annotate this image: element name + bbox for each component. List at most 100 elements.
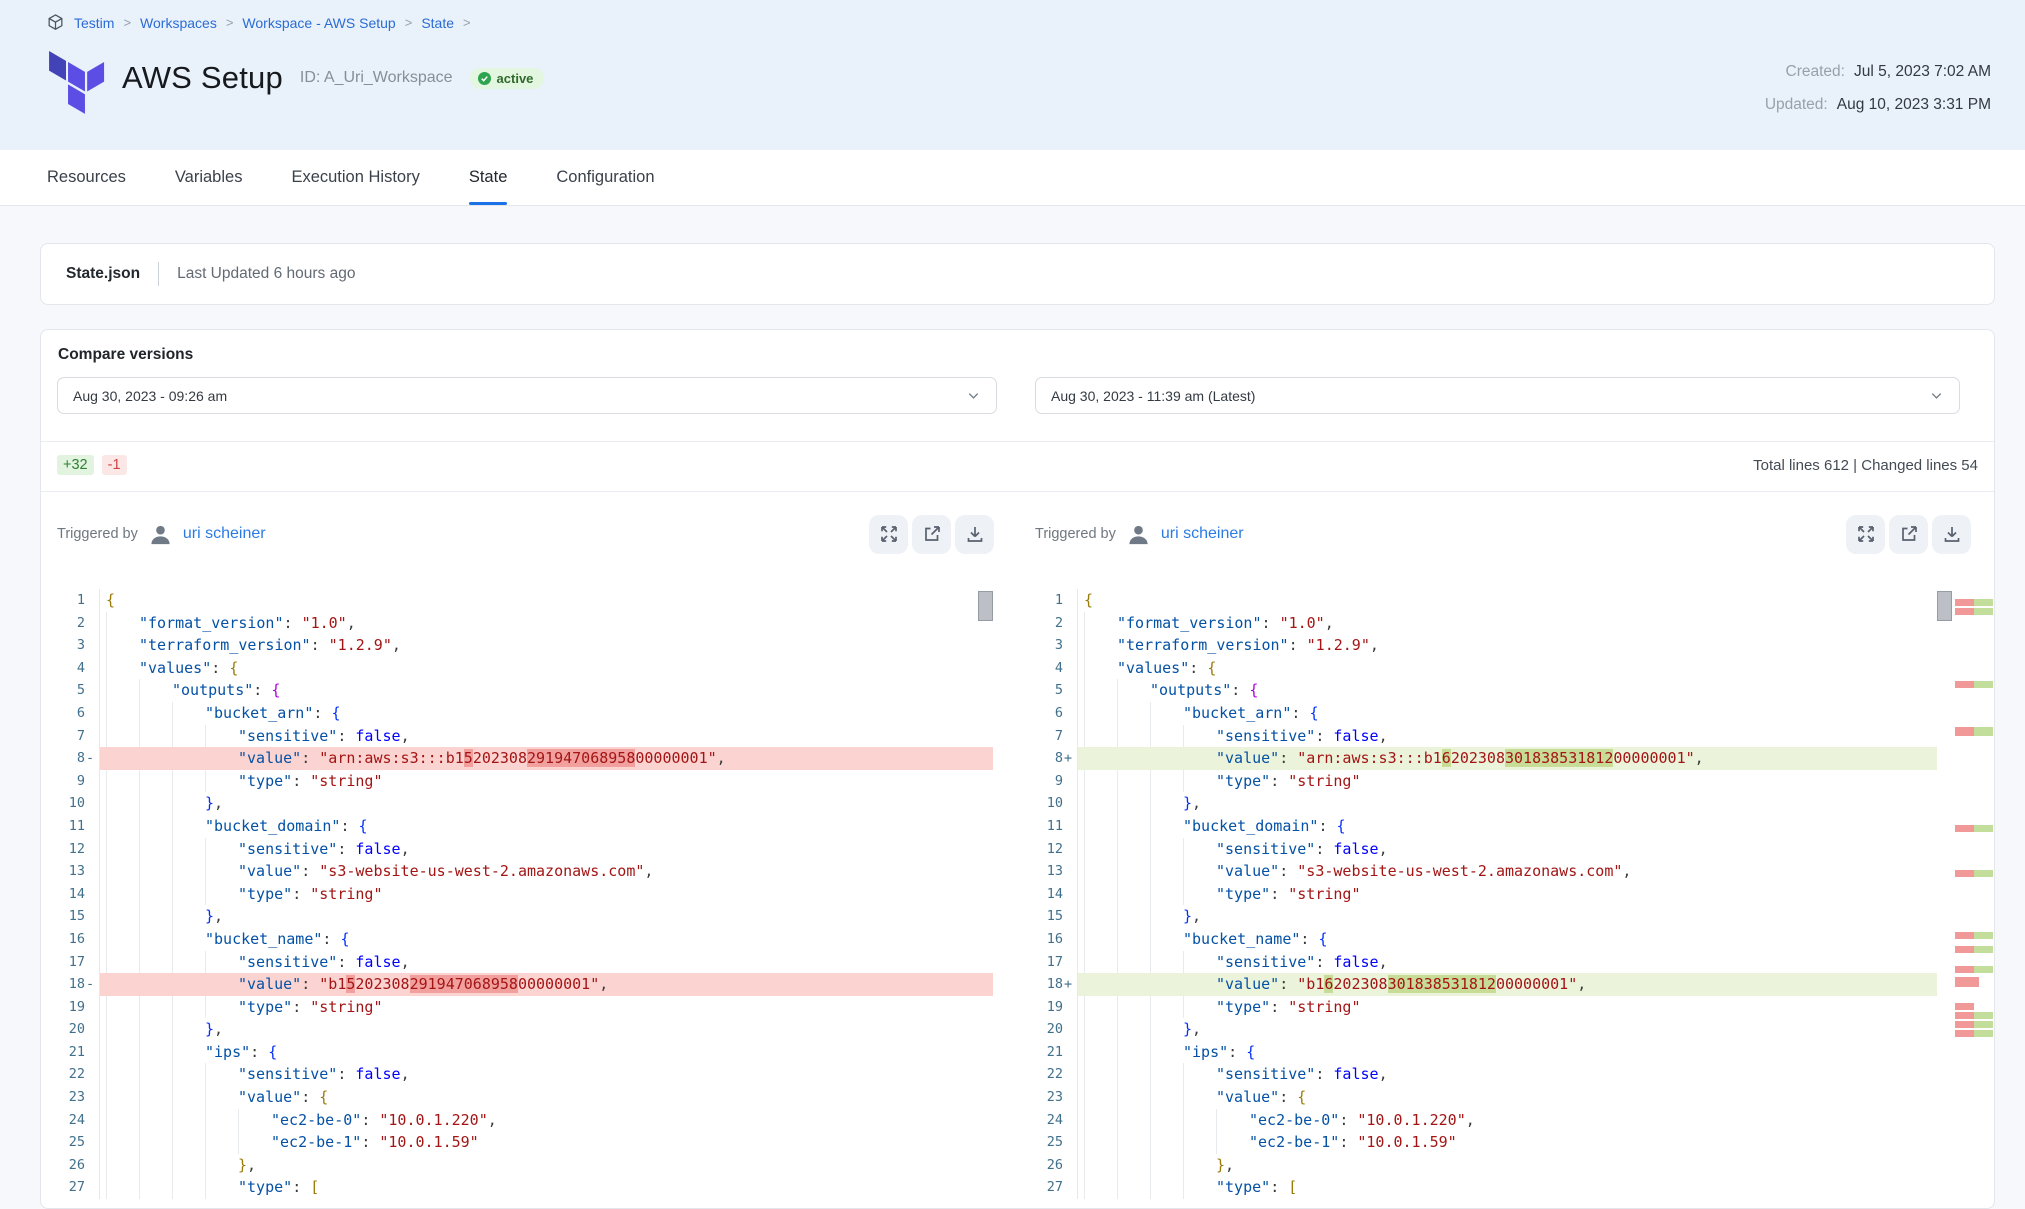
tab-state[interactable]: State xyxy=(469,150,508,205)
breadcrumb: Testim > Workspaces > Workspace - AWS Se… xyxy=(46,13,471,32)
code-line: 9"type": "string" xyxy=(57,770,993,793)
diff-marker xyxy=(1955,608,1993,615)
breadcrumb-item-workspaces[interactable]: Workspaces xyxy=(140,15,217,31)
code-line: 5"outputs": { xyxy=(1035,679,1937,702)
diff-line: 8+"value": "arn:aws:s3:::b16202308301838… xyxy=(1035,747,1937,770)
diff-line: 18-"value": "b15202308291947068958000000… xyxy=(57,973,993,996)
code-line: 17"sensitive": false, xyxy=(57,951,993,974)
code-line: 12"sensitive": false, xyxy=(1035,838,1937,861)
external-link-icon xyxy=(922,524,942,544)
workspace-id: ID: A_Uri_Workspace xyxy=(300,69,453,87)
code-line: 6"bucket_arn": { xyxy=(1035,702,1937,725)
diff-marker xyxy=(1955,599,1993,606)
diff-marker xyxy=(1955,946,1993,953)
user-avatar-icon xyxy=(149,523,172,546)
diff-marker xyxy=(1955,825,1993,832)
code-panel-left[interactable]: 1{2"format_version": "1.0",3"terraform_v… xyxy=(57,589,993,1199)
scrollbar-thumb-right[interactable] xyxy=(1937,591,1952,621)
code-panel-right[interactable]: 1{2"format_version": "1.0",3"terraform_v… xyxy=(1035,589,1937,1199)
code-line: 26}, xyxy=(57,1154,993,1177)
code-line: 15}, xyxy=(1035,905,1937,928)
compare-versions-card: Compare versions Aug 30, 2023 - 09:26 am… xyxy=(40,329,1995,1209)
code-line: 17"sensitive": false, xyxy=(1035,951,1937,974)
code-line: 3"terraform_version": "1.2.9", xyxy=(57,634,993,657)
code-line: 10}, xyxy=(57,792,993,815)
code-line: 19"type": "string" xyxy=(57,996,993,1019)
version-select-right-value: Aug 30, 2023 - 11:39 am (Latest) xyxy=(1051,388,1255,404)
code-line: 26}, xyxy=(1035,1154,1937,1177)
open-in-new-button[interactable] xyxy=(912,515,951,554)
diff-marker xyxy=(1955,1003,1974,1010)
code-line: 13"value": "s3-website-us-west-2.amazona… xyxy=(1035,860,1937,883)
diff-marker xyxy=(1955,966,1993,973)
workspace-cube-icon xyxy=(46,13,65,32)
code-line: 21"ips": { xyxy=(57,1041,993,1064)
diff-minimap xyxy=(1955,589,1995,1209)
divider xyxy=(158,262,159,286)
code-line: 23"value": { xyxy=(1035,1086,1937,1109)
download-button[interactable] xyxy=(955,515,994,554)
scrollbar-thumb-left[interactable] xyxy=(978,591,993,621)
code-line: 10}, xyxy=(1035,792,1937,815)
version-select-left-value: Aug 30, 2023 - 09:26 am xyxy=(73,388,227,404)
code-line: 16"bucket_name": { xyxy=(57,928,993,951)
terraform-logo xyxy=(47,51,107,117)
breadcrumb-item-workspace-aws-setup[interactable]: Workspace - AWS Setup xyxy=(242,15,395,31)
code-line: 22"sensitive": false, xyxy=(1035,1063,1937,1086)
breadcrumb-item-state[interactable]: State xyxy=(421,15,454,31)
expand-button[interactable] xyxy=(869,515,908,554)
state-file-card: State.json Last Updated 6 hours ago xyxy=(40,243,1995,305)
tab-variables[interactable]: Variables xyxy=(175,150,243,205)
user-avatar-icon xyxy=(1127,523,1150,546)
code-line: 3"terraform_version": "1.2.9", xyxy=(1035,634,1937,657)
open-in-new-button[interactable] xyxy=(1889,515,1928,554)
download-icon xyxy=(965,524,985,544)
code-line: 12"sensitive": false, xyxy=(57,838,993,861)
tab-execution-history[interactable]: Execution History xyxy=(291,150,419,205)
expand-button[interactable] xyxy=(1846,515,1885,554)
diff-summary: Total lines 612 | Changed lines 54 xyxy=(1753,457,1978,474)
download-button[interactable] xyxy=(1932,515,1971,554)
additions-badge: +32 xyxy=(57,455,94,475)
code-line: 11"bucket_domain": { xyxy=(57,815,993,838)
expand-icon xyxy=(1856,524,1876,544)
code-line: 14"type": "string" xyxy=(1035,883,1937,906)
tab-configuration[interactable]: Configuration xyxy=(556,150,654,205)
code-line: 4"values": { xyxy=(57,657,993,680)
code-line: 23"value": { xyxy=(57,1086,993,1109)
diff-marker xyxy=(1955,977,1979,987)
user-link[interactable]: uri scheiner xyxy=(183,525,266,543)
tab-resources[interactable]: Resources xyxy=(47,150,126,205)
diff-marker xyxy=(1955,681,1993,688)
code-line: 9"type": "string" xyxy=(1035,770,1937,793)
diff-stats-row: +32 -1 Total lines 612 | Changed lines 5… xyxy=(57,447,1978,483)
check-circle-icon xyxy=(478,72,491,85)
workspace-meta: Created:Jul 5, 2023 7:02 AM Updated:Aug … xyxy=(1765,55,1991,121)
code-line: 27"type": [ xyxy=(1035,1176,1937,1199)
breadcrumb-separator: > xyxy=(405,15,413,30)
code-line: 7"sensitive": false, xyxy=(57,725,993,748)
code-line: 4"values": { xyxy=(1035,657,1937,680)
diff-line: 18+"value": "b16202308301838531812000000… xyxy=(1035,973,1937,996)
code-line: 20}, xyxy=(1035,1018,1937,1041)
code-line: 24"ec2-be-0": "10.0.1.220", xyxy=(1035,1109,1937,1132)
breadcrumb-item-testim[interactable]: Testim xyxy=(74,15,114,31)
code-line: 25"ec2-be-1": "10.0.1.59" xyxy=(57,1131,993,1154)
breadcrumb-separator: > xyxy=(226,15,234,30)
chevron-down-icon xyxy=(966,388,981,403)
tab-bar: Resources Variables Execution History St… xyxy=(0,150,2025,206)
code-line: 16"bucket_name": { xyxy=(1035,928,1937,951)
version-select-right[interactable]: Aug 30, 2023 - 11:39 am (Latest) xyxy=(1035,377,1960,414)
code-line: 22"sensitive": false, xyxy=(57,1063,993,1086)
code-line: 24"ec2-be-0": "10.0.1.220", xyxy=(57,1109,993,1132)
diff-marker xyxy=(1955,1012,1993,1019)
code-line: 1{ xyxy=(1035,589,1937,612)
diff-line: 8-"value": "arn:aws:s3:::b15202308291947… xyxy=(57,747,993,770)
user-link[interactable]: uri scheiner xyxy=(1161,525,1244,543)
chevron-down-icon xyxy=(1929,388,1944,403)
version-select-left[interactable]: Aug 30, 2023 - 09:26 am xyxy=(57,377,997,414)
code-line: 27"type": [ xyxy=(57,1176,993,1199)
code-line: 19"type": "string" xyxy=(1035,996,1937,1019)
diff-marker xyxy=(1955,932,1993,939)
diff-marker xyxy=(1955,1021,1993,1028)
